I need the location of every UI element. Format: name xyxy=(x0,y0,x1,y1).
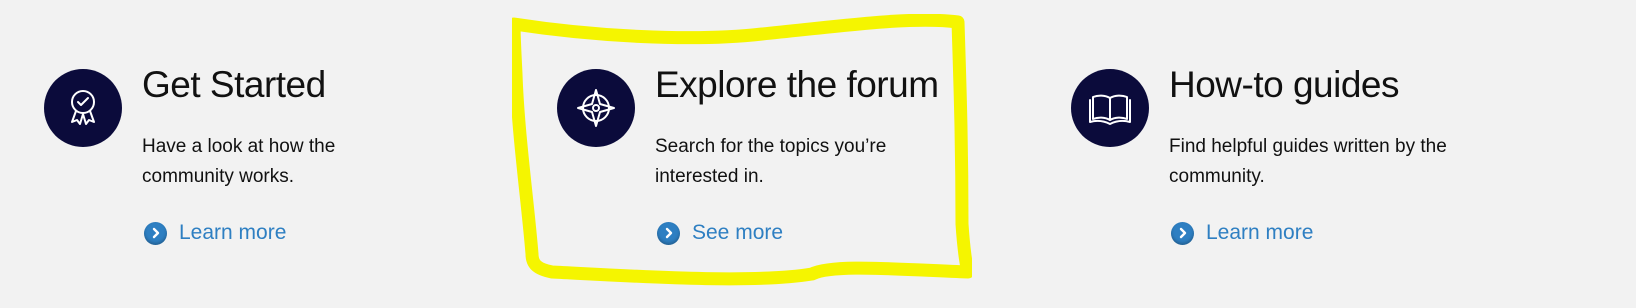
chevron-right-icon xyxy=(144,221,167,245)
card-explore-forum: Explore the forum Search for the topics … xyxy=(513,0,983,308)
link-label: Learn more xyxy=(1206,221,1314,244)
explore-forum-badge xyxy=(557,69,635,147)
card-title: How-to guides xyxy=(1169,64,1400,105)
get-started-badge xyxy=(44,69,122,147)
learn-more-link[interactable]: Learn more xyxy=(144,221,286,245)
award-ribbon-icon xyxy=(71,90,95,125)
card-description: Search for the topics you’re interested … xyxy=(655,136,887,187)
compass-icon xyxy=(577,89,615,127)
learn-more-link[interactable]: Learn more xyxy=(1171,221,1313,245)
card-get-started: Get Started Have a look at how the commu… xyxy=(0,0,470,308)
link-label: Learn more xyxy=(179,221,287,244)
see-more-link[interactable]: See more xyxy=(657,221,783,245)
link-label: See more xyxy=(692,221,784,244)
chevron-right-icon xyxy=(1171,221,1194,245)
chevron-right-icon xyxy=(657,221,680,245)
how-to-guides-badge xyxy=(1071,69,1149,147)
open-book-icon xyxy=(1089,94,1131,125)
card-description: Find helpful guides written by the commu… xyxy=(1169,136,1447,187)
card-title: Explore the forum xyxy=(655,64,939,105)
card-how-to-guides: How-to guides Find helpful guides writte… xyxy=(1027,0,1497,308)
card-description: Have a look at how the community works. xyxy=(142,136,336,187)
card-title: Get Started xyxy=(142,64,326,105)
